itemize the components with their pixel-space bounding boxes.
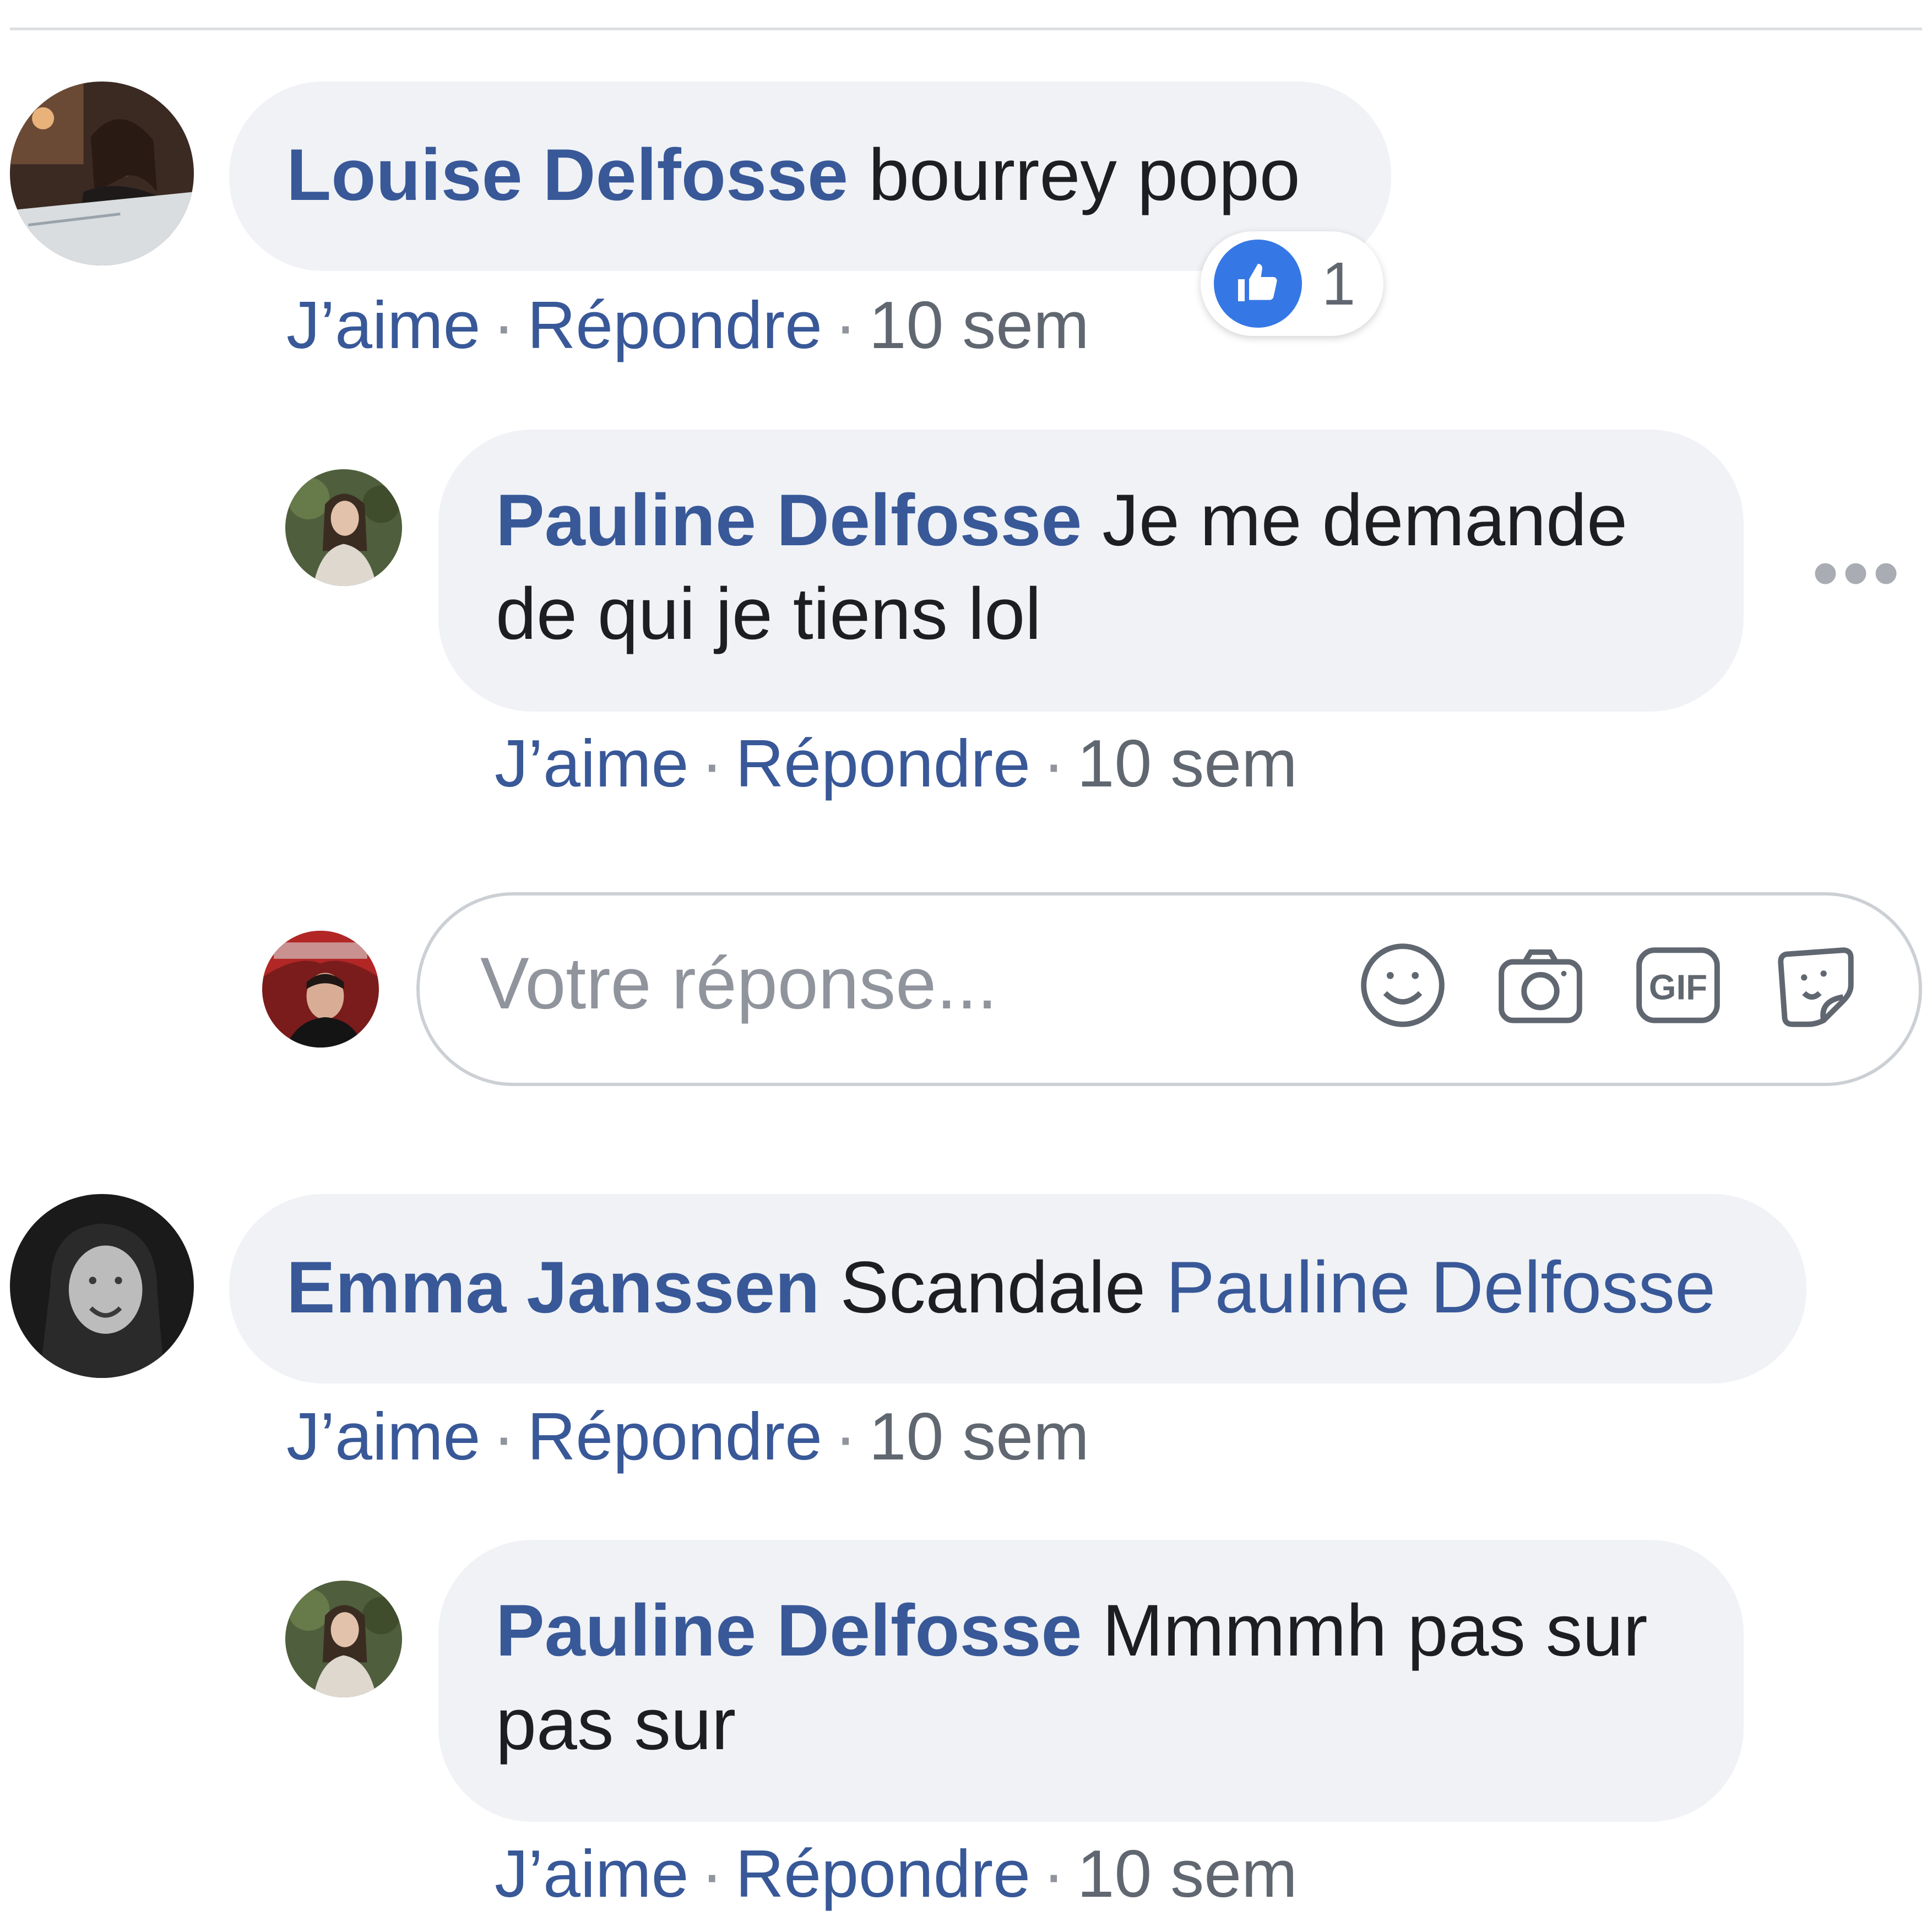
like-link[interactable]: J’aime	[286, 287, 481, 362]
sticker-icon[interactable]	[1769, 938, 1863, 1032]
comment-bubble: Pauline Delfosse Mmmmh pas sur pas sur	[438, 1540, 1744, 1822]
comment-text: bourrey popo	[868, 134, 1300, 216]
comment-mention[interactable]: Pauline Delfosse	[1166, 1247, 1716, 1328]
avatar-photo-current-user	[262, 931, 379, 1048]
separator: ·	[492, 1399, 515, 1474]
separator: ·	[1043, 726, 1065, 801]
like-icon	[1214, 240, 1302, 328]
comment-timestamp[interactable]: 10 sem	[869, 287, 1089, 362]
like-link[interactable]: J’aime	[495, 1836, 689, 1911]
comment-actions: J’aime · Répondre · 10 sem	[286, 286, 1089, 363]
comment-bubble: Louise Delfosse bourrey popo	[229, 82, 1391, 271]
reply-link[interactable]: Répondre	[527, 287, 822, 362]
comment-bubble: Pauline Delfosse Je me demande de qui je…	[438, 430, 1744, 712]
comment-timestamp[interactable]: 10 sem	[869, 1399, 1089, 1474]
avatar-pauline-delfosse[interactable]	[285, 1581, 402, 1697]
like-link[interactable]: J’aime	[495, 726, 689, 801]
emoji-icon[interactable]	[1356, 938, 1450, 1032]
avatar-photo-emma	[10, 1194, 194, 1378]
more-options-icon[interactable]: •••	[1812, 534, 1903, 611]
comment-author[interactable]: Louise Delfosse	[286, 134, 848, 216]
reply-input[interactable]	[480, 929, 1196, 1039]
reply-link[interactable]: Répondre	[735, 1836, 1030, 1911]
comment-timestamp[interactable]: 10 sem	[1077, 1836, 1298, 1911]
separator: ·	[834, 287, 857, 362]
separator: ·	[492, 287, 515, 362]
gif-label: GIF	[1649, 968, 1707, 1007]
separator: ·	[701, 726, 724, 801]
comment-bubble: Emma Janssen Scandale Pauline Delfosse	[229, 1194, 1806, 1383]
separator: ·	[834, 1399, 857, 1474]
comment-text: Je me demande	[1102, 480, 1628, 561]
top-divider	[10, 28, 1922, 30]
separator: ·	[1043, 1836, 1065, 1911]
comment-text-line2: pas sur	[496, 1684, 736, 1765]
separator: ·	[701, 1836, 724, 1911]
avatar-photo-pauline	[285, 469, 402, 586]
avatar-louise-delfosse[interactable]	[10, 82, 194, 265]
comment-actions: J’aime · Répondre · 10 sem	[495, 1835, 1298, 1912]
comment-text: Scandale	[840, 1247, 1146, 1328]
like-link[interactable]: J’aime	[286, 1399, 481, 1474]
reply-link[interactable]: Répondre	[527, 1399, 822, 1474]
camera-icon[interactable]	[1494, 938, 1587, 1032]
comment-text-line2: de qui je tiens lol	[496, 573, 1041, 655]
avatar-photo-louise	[10, 82, 194, 265]
reaction-badge[interactable]: 1	[1201, 231, 1383, 336]
comment-actions: J’aime · Répondre · 10 sem	[495, 725, 1298, 802]
gif-icon[interactable]: GIF	[1631, 938, 1725, 1032]
comment-timestamp[interactable]: 10 sem	[1077, 726, 1298, 801]
reply-link[interactable]: Répondre	[735, 726, 1030, 801]
comment-author[interactable]: Pauline Delfosse	[496, 480, 1082, 561]
comment-author[interactable]: Emma Janssen	[286, 1247, 820, 1328]
avatar-photo-pauline	[285, 1581, 402, 1697]
avatar-emma-janssen[interactable]	[10, 1194, 194, 1378]
reaction-count: 1	[1322, 249, 1356, 318]
avatar-pauline-delfosse[interactable]	[285, 469, 402, 586]
comment-actions: J’aime · Répondre · 10 sem	[286, 1398, 1089, 1475]
comment-text: Mmmmh pas sur	[1102, 1590, 1648, 1671]
reply-box: GIF	[416, 892, 1922, 1086]
comment-author[interactable]: Pauline Delfosse	[496, 1590, 1082, 1671]
avatar-current-user	[262, 931, 379, 1048]
